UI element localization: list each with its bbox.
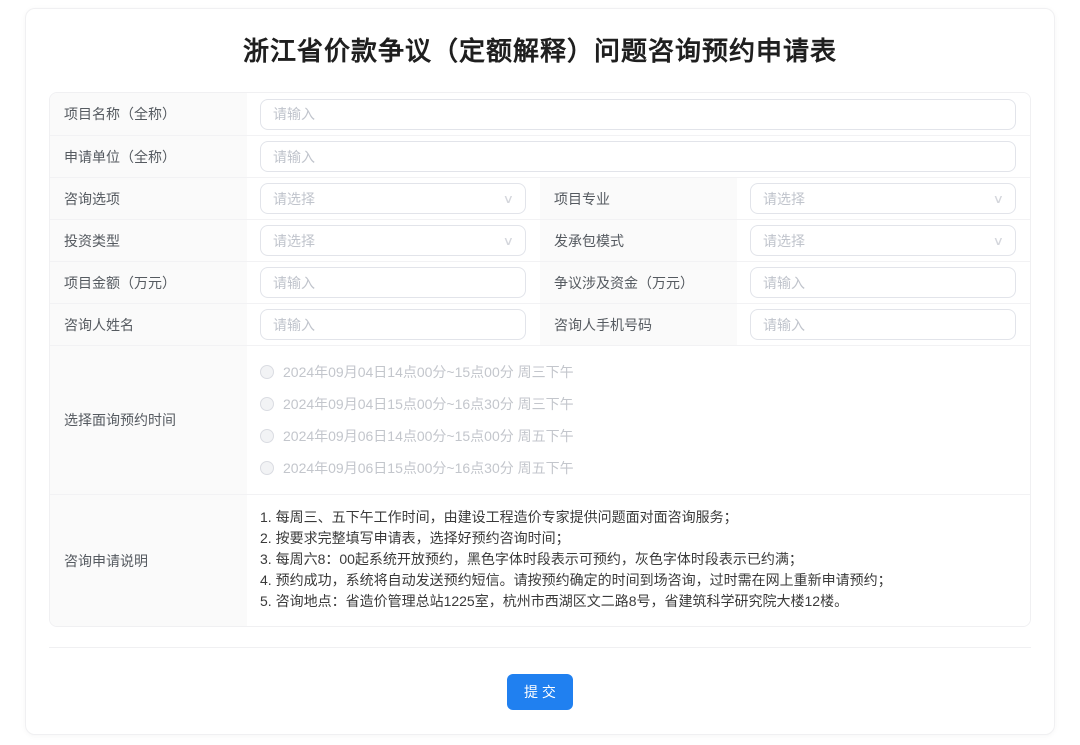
row-project-name: 项目名称（全称） bbox=[50, 93, 1030, 135]
row-consultant-name: 咨询人姓名 咨询人手机号码 bbox=[50, 303, 1030, 345]
consultant-phone-input[interactable] bbox=[750, 309, 1016, 340]
contract-mode-select[interactable]: 请选择 ∨ bbox=[750, 225, 1016, 256]
row-apply-unit: 申请单位（全称） bbox=[50, 135, 1030, 177]
project-major-select[interactable]: 请选择 ∨ bbox=[750, 183, 1016, 214]
schedule-option-label: 2024年09月06日15点00分~16点30分 周五下午 bbox=[283, 458, 574, 478]
select-placeholder: 请选择 bbox=[273, 231, 315, 251]
form-table: 项目名称（全称） 申请单位（全称） 咨询选项 请选择 ∨ 项目专业 bbox=[49, 92, 1031, 627]
schedule-label: 选择面询预约时间 bbox=[50, 346, 247, 494]
submit-button[interactable]: 提 交 bbox=[507, 674, 573, 710]
page-title: 浙江省价款争议（定额解释）问题咨询预约申请表 bbox=[49, 31, 1031, 68]
dispute-amount-label: 争议涉及资金（万元） bbox=[540, 262, 737, 303]
radio-icon bbox=[260, 461, 274, 475]
schedule-option-3[interactable]: 2024年09月06日14点00分~15点00分 周五下午 bbox=[260, 420, 574, 452]
investment-type-select[interactable]: 请选择 ∨ bbox=[260, 225, 526, 256]
row-notes: 咨询申请说明 1. 每周三、五下午工作时间，由建设工程造价专家提供问题面对面咨询… bbox=[50, 494, 1030, 626]
schedule-option-1[interactable]: 2024年09月04日14点00分~15点00分 周三下午 bbox=[260, 356, 574, 388]
consultant-name-label: 咨询人姓名 bbox=[50, 304, 247, 345]
apply-unit-label: 申请单位（全称） bbox=[50, 136, 247, 177]
consult-option-select[interactable]: 请选择 ∨ bbox=[260, 183, 526, 214]
note-item: 3. 每周六8：00起系统开放预约，黑色字体时段表示可预约，灰色字体时段表示已约… bbox=[260, 549, 803, 570]
notes-label: 咨询申请说明 bbox=[50, 495, 247, 626]
notes-content: 1. 每周三、五下午工作时间，由建设工程造价专家提供问题面对面咨询服务； 2. … bbox=[247, 495, 1030, 626]
chevron-down-icon: ∨ bbox=[503, 193, 514, 205]
radio-icon bbox=[260, 429, 274, 443]
note-item: 1. 每周三、五下午工作时间，由建设工程造价专家提供问题面对面咨询服务； bbox=[260, 507, 738, 528]
radio-icon bbox=[260, 397, 274, 411]
row-investment-type: 投资类型 请选择 ∨ 发承包模式 请选择 ∨ bbox=[50, 219, 1030, 261]
row-consult-option: 咨询选项 请选择 ∨ 项目专业 请选择 ∨ bbox=[50, 177, 1030, 219]
form-card: 浙江省价款争议（定额解释）问题咨询预约申请表 项目名称（全称） 申请单位（全称）… bbox=[25, 8, 1055, 735]
investment-type-field: 请选择 ∨ bbox=[247, 220, 540, 261]
apply-unit-input[interactable] bbox=[260, 141, 1016, 172]
project-major-label: 项目专业 bbox=[540, 178, 737, 219]
schedule-option-label: 2024年09月06日14点00分~15点00分 周五下午 bbox=[283, 426, 574, 446]
project-major-field: 请选择 ∨ bbox=[737, 178, 1030, 219]
project-name-input[interactable] bbox=[260, 99, 1016, 130]
consultant-phone-field bbox=[737, 304, 1030, 345]
submit-area: 提 交 bbox=[49, 674, 1031, 714]
divider bbox=[49, 647, 1031, 648]
consultant-name-field bbox=[247, 304, 540, 345]
chevron-down-icon: ∨ bbox=[993, 193, 1004, 205]
chevron-down-icon: ∨ bbox=[993, 235, 1004, 247]
dispute-amount-field bbox=[737, 262, 1030, 303]
note-item: 2. 按要求完整填写申请表，选择好预约咨询时间； bbox=[260, 528, 570, 549]
note-item: 4. 预约成功，系统将自动发送预约短信。请按预约确定的时间到场咨询，过时需在网上… bbox=[260, 570, 892, 591]
contract-mode-label: 发承包模式 bbox=[540, 220, 737, 261]
select-placeholder: 请选择 bbox=[763, 189, 805, 209]
project-name-label: 项目名称（全称） bbox=[50, 93, 247, 135]
select-placeholder: 请选择 bbox=[273, 189, 315, 209]
project-amount-field bbox=[247, 262, 540, 303]
investment-type-label: 投资类型 bbox=[50, 220, 247, 261]
note-item: 5. 咨询地点：省造价管理总站1225室，杭州市西湖区文二路8号，省建筑科学研究… bbox=[260, 591, 848, 612]
row-schedule: 选择面询预约时间 2024年09月04日14点00分~15点00分 周三下午 2… bbox=[50, 345, 1030, 494]
consult-option-label: 咨询选项 bbox=[50, 178, 247, 219]
consultant-name-input[interactable] bbox=[260, 309, 526, 340]
consultant-phone-label: 咨询人手机号码 bbox=[540, 304, 737, 345]
schedule-option-4[interactable]: 2024年09月06日15点00分~16点30分 周五下午 bbox=[260, 452, 574, 484]
apply-unit-field bbox=[247, 136, 1030, 177]
project-amount-label: 项目金额（万元） bbox=[50, 262, 247, 303]
radio-icon bbox=[260, 365, 274, 379]
schedule-option-label: 2024年09月04日14点00分~15点00分 周三下午 bbox=[283, 362, 574, 382]
contract-mode-field: 请选择 ∨ bbox=[737, 220, 1030, 261]
chevron-down-icon: ∨ bbox=[503, 235, 514, 247]
project-name-field bbox=[247, 93, 1030, 135]
schedule-options: 2024年09月04日14点00分~15点00分 周三下午 2024年09月04… bbox=[247, 346, 1030, 494]
schedule-option-label: 2024年09月04日15点00分~16点30分 周三下午 bbox=[283, 394, 574, 414]
schedule-option-2[interactable]: 2024年09月04日15点00分~16点30分 周三下午 bbox=[260, 388, 574, 420]
project-amount-input[interactable] bbox=[260, 267, 526, 298]
select-placeholder: 请选择 bbox=[763, 231, 805, 251]
consult-option-field: 请选择 ∨ bbox=[247, 178, 540, 219]
row-project-amount: 项目金额（万元） 争议涉及资金（万元） bbox=[50, 261, 1030, 303]
dispute-amount-input[interactable] bbox=[750, 267, 1016, 298]
